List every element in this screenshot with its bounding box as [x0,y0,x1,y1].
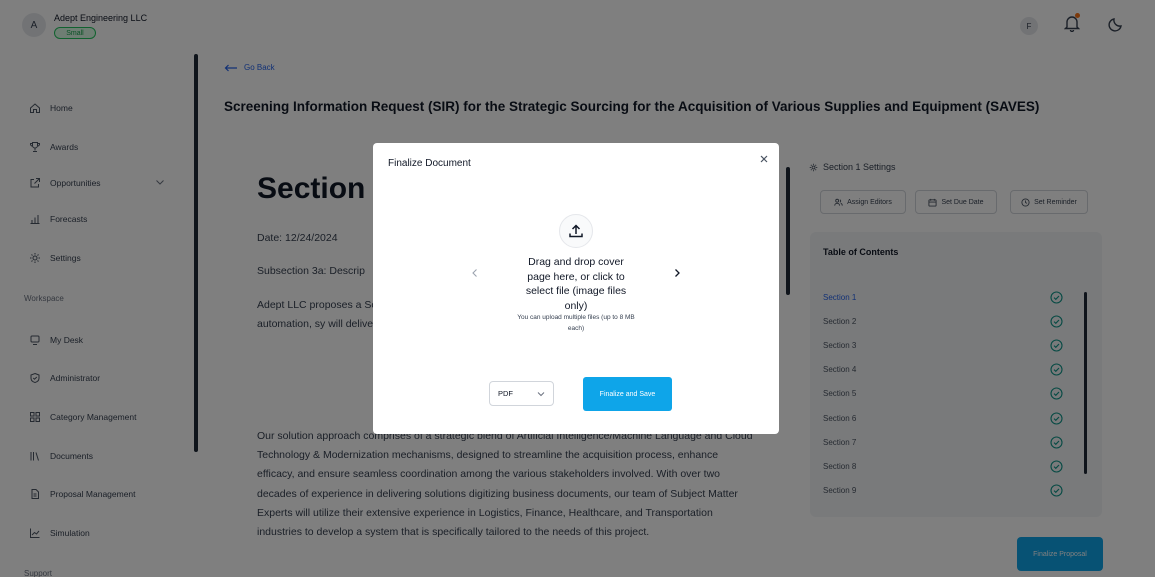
finalize-and-save-button[interactable]: Finalize and Save [583,377,672,411]
format-select[interactable]: PDF [489,381,554,406]
chevron-left-icon[interactable] [471,268,479,278]
modal-title: Finalize Document [388,158,471,169]
upload-icon [568,223,584,239]
format-select-value: PDF [498,389,513,398]
dropzone-hint: You can upload multiple files (up to 8 M… [517,314,635,332]
chevron-down-icon [537,391,545,397]
dropzone-text[interactable]: Drag and drop cover page here, or click … [516,255,636,313]
chevron-right-icon[interactable] [673,268,681,278]
finalize-document-modal: Finalize Document Drag and drop cover pa… [373,143,779,434]
upload-dropzone[interactable] [559,214,593,248]
close-icon[interactable] [759,154,769,164]
